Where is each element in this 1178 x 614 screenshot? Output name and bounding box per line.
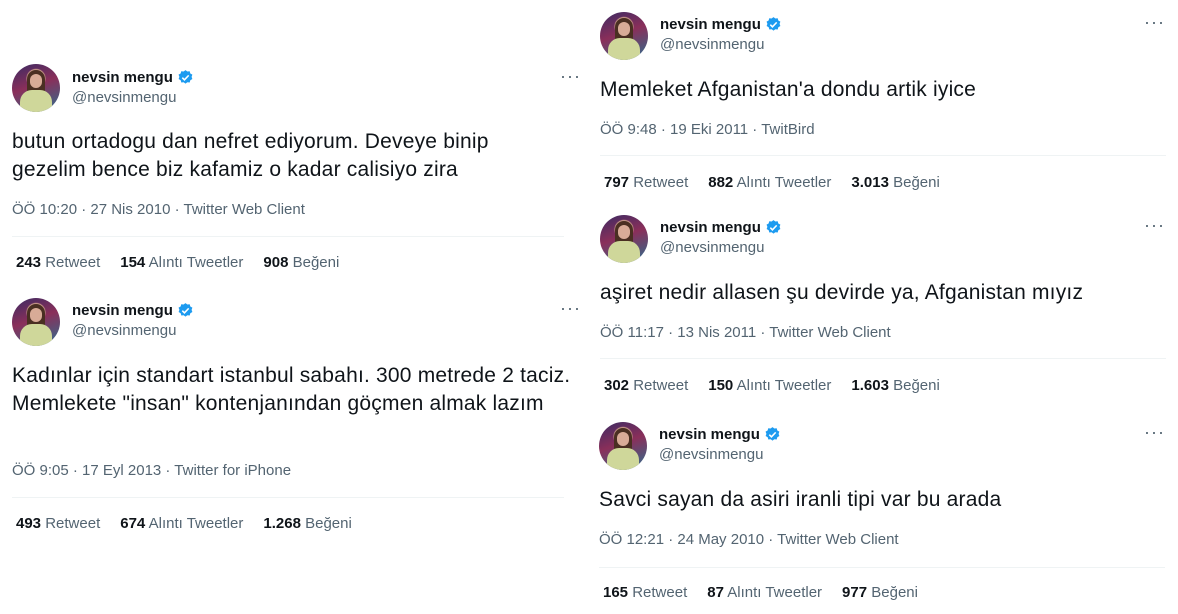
tweet-text: Kadınlar için standart istanbul sabahı. … bbox=[12, 364, 571, 415]
author-name[interactable]: nevsin mengu bbox=[659, 426, 760, 443]
verified-badge-icon bbox=[766, 220, 781, 234]
like-count[interactable]: 1.603 Beğeni bbox=[851, 377, 939, 394]
tweet-stats: 493 Retweet 674 Alıntı Tweetler 1.268 Be… bbox=[16, 515, 352, 532]
avatar[interactable] bbox=[599, 422, 647, 470]
divider bbox=[599, 567, 1165, 568]
author-name[interactable]: nevsin mengu bbox=[660, 16, 761, 33]
more-options-icon[interactable]: ··· bbox=[560, 298, 581, 319]
author-handle[interactable]: @nevsinmengu bbox=[72, 89, 176, 106]
tweet-timestamp[interactable]: ÖÖ 9:05 · 17 Eyl 2013 · Twitter for iPho… bbox=[12, 462, 291, 479]
more-options-icon[interactable]: ··· bbox=[1144, 12, 1165, 33]
like-count[interactable]: 1.268 Beğeni bbox=[263, 515, 351, 532]
avatar[interactable] bbox=[600, 215, 648, 263]
tweet-text: Memleket Afganistan'a dondu artik iyice bbox=[600, 78, 977, 101]
tweet-timestamp[interactable]: ÖÖ 9:48 · 19 Eki 2011 · TwitBird bbox=[600, 121, 815, 138]
retweet-count[interactable]: 243 Retweet bbox=[16, 254, 100, 271]
author-handle[interactable]: @nevsinmengu bbox=[72, 322, 176, 339]
author-name[interactable]: nevsin mengu bbox=[660, 219, 761, 236]
tweet-card: nevsin mengu @nevsinmengu ··· Kadınlar i… bbox=[12, 298, 580, 538]
avatar[interactable] bbox=[600, 12, 648, 60]
tweet-stats: 302 Retweet 150 Alıntı Tweetler 1.603 Be… bbox=[604, 377, 940, 394]
tweet-card: nevsin mengu @nevsinmengu ··· Savci saya… bbox=[599, 422, 1165, 612]
retweet-count[interactable]: 797 Retweet bbox=[604, 174, 688, 191]
tweet-stats: 797 Retweet 882 Alıntı Tweetler 3.013 Be… bbox=[604, 174, 940, 191]
more-options-icon[interactable]: ··· bbox=[1144, 215, 1165, 236]
like-count[interactable]: 908 Beğeni bbox=[263, 254, 339, 271]
divider bbox=[600, 155, 1166, 156]
quote-count[interactable]: 150 Alıntı Tweetler bbox=[708, 377, 831, 394]
verified-badge-icon bbox=[178, 70, 193, 84]
divider bbox=[600, 358, 1166, 359]
tweet-stats: 243 Retweet 154 Alıntı Tweetler 908 Beğe… bbox=[16, 254, 339, 271]
verified-badge-icon bbox=[765, 427, 780, 441]
more-options-icon[interactable]: ··· bbox=[560, 66, 581, 87]
avatar[interactable] bbox=[12, 64, 60, 112]
retweet-count[interactable]: 302 Retweet bbox=[604, 377, 688, 394]
avatar[interactable] bbox=[12, 298, 60, 346]
author-name[interactable]: nevsin mengu bbox=[72, 69, 173, 86]
retweet-count[interactable]: 493 Retweet bbox=[16, 515, 100, 532]
quote-count[interactable]: 674 Alıntı Tweetler bbox=[120, 515, 243, 532]
quote-count[interactable]: 882 Alıntı Tweetler bbox=[708, 174, 831, 191]
author-name[interactable]: nevsin mengu bbox=[72, 302, 173, 319]
like-count[interactable]: 3.013 Beğeni bbox=[851, 174, 939, 191]
verified-badge-icon bbox=[766, 17, 781, 31]
quote-count[interactable]: 154 Alıntı Tweetler bbox=[120, 254, 243, 271]
quote-count[interactable]: 87 Alıntı Tweetler bbox=[707, 584, 822, 601]
like-count[interactable]: 977 Beğeni bbox=[842, 584, 918, 601]
author-handle[interactable]: @nevsinmengu bbox=[659, 446, 763, 463]
divider bbox=[12, 497, 564, 498]
tweet-text: aşiret nedir allasen şu devirde ya, Afga… bbox=[600, 281, 1084, 304]
more-options-icon[interactable]: ··· bbox=[1144, 422, 1165, 443]
tweet-timestamp[interactable]: ÖÖ 11:17 · 13 Nis 2011 · Twitter Web Cli… bbox=[600, 324, 891, 341]
tweet-timestamp[interactable]: ÖÖ 10:20 · 27 Nis 2010 · Twitter Web Cli… bbox=[12, 201, 305, 218]
author-handle[interactable]: @nevsinmengu bbox=[660, 239, 764, 256]
author-handle[interactable]: @nevsinmengu bbox=[660, 36, 764, 53]
verified-badge-icon bbox=[178, 303, 193, 317]
tweet-text: butun ortadogu dan nefret ediyorum. Deve… bbox=[12, 130, 489, 181]
tweet-text: Savci sayan da asiri iranli tipi var bu … bbox=[599, 488, 1002, 511]
retweet-count[interactable]: 165 Retweet bbox=[603, 584, 687, 601]
tweet-card: nevsin mengu @nevsinmengu ··· Memleket A… bbox=[600, 12, 1166, 197]
tweet-card: nevsin mengu @nevsinmengu ··· aşiret ned… bbox=[600, 215, 1166, 400]
tweet-card: nevsin mengu @nevsinmengu ··· butun orta… bbox=[12, 64, 580, 279]
tweet-stats: 165 Retweet 87 Alıntı Tweetler 977 Beğen… bbox=[603, 584, 918, 601]
tweet-timestamp[interactable]: ÖÖ 12:21 · 24 May 2010 · Twitter Web Cli… bbox=[599, 531, 899, 548]
divider bbox=[12, 236, 564, 237]
